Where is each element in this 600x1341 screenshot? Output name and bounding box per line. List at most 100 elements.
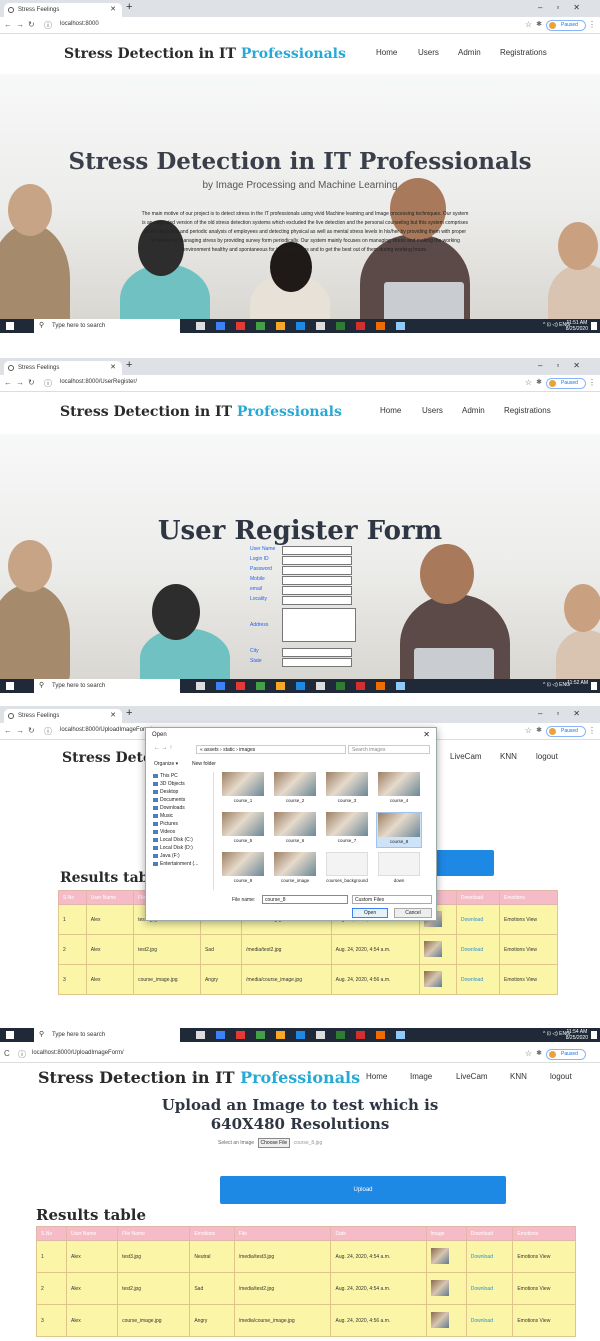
excel-icon[interactable] <box>336 682 345 690</box>
folder-icon[interactable] <box>276 322 285 330</box>
app-icon[interactable] <box>236 322 245 330</box>
file-item[interactable]: course_4 <box>376 772 422 808</box>
vscode-icon[interactable] <box>296 682 305 690</box>
download-link[interactable]: Download <box>465 1240 514 1273</box>
app-icon[interactable] <box>396 322 405 330</box>
password-field[interactable] <box>282 566 352 575</box>
sidebar-item-desktop[interactable]: Desktop <box>152 788 213 796</box>
browser-tab[interactable]: Stress Feelings ✕ <box>4 3 122 17</box>
email-field[interactable] <box>282 586 352 595</box>
nav-admin[interactable]: Admin <box>462 406 485 415</box>
dialog-path-bar[interactable]: « assets › static › images <box>196 745 346 754</box>
nav-home[interactable]: Home <box>366 1072 387 1081</box>
new-tab-icon[interactable]: + <box>126 707 132 719</box>
app-icon[interactable] <box>376 682 385 690</box>
url-field[interactable]: localhost:8000 <box>60 21 99 27</box>
new-tab-icon[interactable]: + <box>126 359 132 371</box>
file-type-select[interactable]: Custom Files <box>352 895 432 904</box>
file-item[interactable]: course_image <box>272 852 318 888</box>
reload-icon[interactable]: ↻ <box>28 20 35 29</box>
taskview-icon[interactable] <box>196 322 205 330</box>
file-item[interactable]: course_1 <box>220 772 266 808</box>
system-tray[interactable]: ^ ⊡ ◁) ENG <box>543 682 570 688</box>
nav-livecam[interactable]: LiveCam <box>456 1072 488 1081</box>
forward-icon[interactable]: → <box>16 726 24 735</box>
extensions-icon[interactable]: ✱ <box>536 726 542 734</box>
address-textarea[interactable] <box>282 608 356 642</box>
chrome-icon[interactable] <box>256 1031 265 1039</box>
clock[interactable]: 11:54 AM 8/25/2020 <box>566 1029 588 1041</box>
nav-registrations[interactable]: Registrations <box>500 48 547 57</box>
nav-home[interactable]: Home <box>376 48 397 57</box>
browser-tab[interactable]: Stress Feelings ✕ <box>4 709 122 723</box>
profile-button[interactable]: Paused <box>546 726 586 737</box>
file-item[interactable]: course_3 <box>324 772 370 808</box>
download-link[interactable]: Download <box>465 1304 514 1337</box>
back-icon[interactable]: ← <box>4 20 12 29</box>
bookmark-star-icon[interactable]: ☆ <box>525 20 532 29</box>
file-item[interactable]: course_6 <box>272 812 318 848</box>
app-icon[interactable] <box>316 1031 325 1039</box>
url-field[interactable]: localhost:8000/UploadImageForm/ <box>60 727 152 733</box>
notification-icon[interactable] <box>591 1031 597 1039</box>
nav-users[interactable]: Users <box>418 48 439 57</box>
nav-logout[interactable]: logout <box>550 1072 572 1081</box>
file-item[interactable]: course_9 <box>220 852 266 888</box>
bookmark-star-icon[interactable]: ☆ <box>525 1049 532 1058</box>
reload-icon[interactable]: ↻ <box>28 378 35 387</box>
choose-file-button[interactable]: Choose File <box>257 1138 291 1148</box>
window-controls[interactable]: –▫✕ <box>538 361 594 370</box>
file-item[interactable]: course_2 <box>272 772 318 808</box>
pdf-icon[interactable] <box>356 322 365 330</box>
organize-button[interactable]: Organize ▾ <box>154 761 178 767</box>
username-field[interactable] <box>282 546 352 555</box>
profile-button[interactable]: Paused <box>546 20 586 31</box>
nav-arrows-icon[interactable]: ← → ↑ <box>154 745 172 751</box>
taskbar-search[interactable]: ⚲ Type here to search <box>34 679 180 693</box>
nav-admin[interactable]: Admin <box>458 48 481 57</box>
clock[interactable]: 11:52 AM <box>567 680 588 686</box>
emotions-view-link[interactable]: Emotions View <box>498 934 559 965</box>
app-icon[interactable] <box>236 1031 245 1039</box>
nav-users[interactable]: Users <box>422 406 443 415</box>
nav-home[interactable]: Home <box>380 406 401 415</box>
nav-image[interactable]: Image <box>410 1072 432 1081</box>
file-item[interactable]: courses_background <box>324 852 370 888</box>
download-link[interactable]: Download <box>455 964 500 995</box>
app-icon[interactable] <box>316 682 325 690</box>
url-field[interactable]: localhost:8000/UserRegister/ <box>60 379 137 385</box>
profile-button[interactable]: Paused <box>546 378 586 389</box>
pdf-icon[interactable] <box>356 1031 365 1039</box>
notification-icon[interactable] <box>591 682 597 690</box>
download-link[interactable]: Download <box>455 934 500 965</box>
site-brand[interactable]: Stress Detection in IT Professionals <box>38 1068 360 1087</box>
cancel-button[interactable]: Cancel <box>394 908 432 918</box>
bookmark-star-icon[interactable]: ☆ <box>525 726 532 735</box>
menu-dots-icon[interactable]: ⋮ <box>588 20 596 29</box>
nav-logout[interactable]: logout <box>536 752 558 761</box>
file-item-selected[interactable]: course_8 <box>376 812 422 848</box>
upload-button-partial[interactable] <box>430 850 494 876</box>
reload-icon[interactable]: ↻ <box>28 726 35 735</box>
profile-button[interactable]: Paused <box>546 1049 586 1060</box>
file-item[interactable]: down <box>376 852 422 888</box>
nav-knn[interactable]: KNN <box>510 1072 527 1081</box>
extensions-icon[interactable]: ✱ <box>536 20 542 28</box>
close-tab-icon[interactable]: ✕ <box>110 361 116 375</box>
taskbar-search[interactable]: ⚲ Type here to search <box>34 319 180 333</box>
pdf-icon[interactable] <box>356 682 365 690</box>
bookmark-star-icon[interactable]: ☆ <box>525 378 532 387</box>
nav-knn[interactable]: KNN <box>500 752 517 761</box>
sidebar-item-documents[interactable]: Documents <box>152 796 213 804</box>
site-brand[interactable]: Stress Detection in IT Professionals <box>60 404 342 420</box>
app-icon[interactable] <box>236 682 245 690</box>
sidebar-item-pictures[interactable]: Pictures <box>152 820 213 828</box>
mobile-field[interactable] <box>282 576 352 585</box>
app-icon[interactable] <box>376 322 385 330</box>
reload-icon[interactable]: C <box>4 1049 10 1058</box>
emotions-view-link[interactable]: Emotions View <box>512 1272 576 1305</box>
app-icon[interactable] <box>396 1031 405 1039</box>
emotions-view-link[interactable]: Emotions View <box>498 904 559 935</box>
window-controls[interactable]: –▫✕ <box>538 3 594 12</box>
sidebar-item-this-pc[interactable]: This PC <box>152 772 213 780</box>
